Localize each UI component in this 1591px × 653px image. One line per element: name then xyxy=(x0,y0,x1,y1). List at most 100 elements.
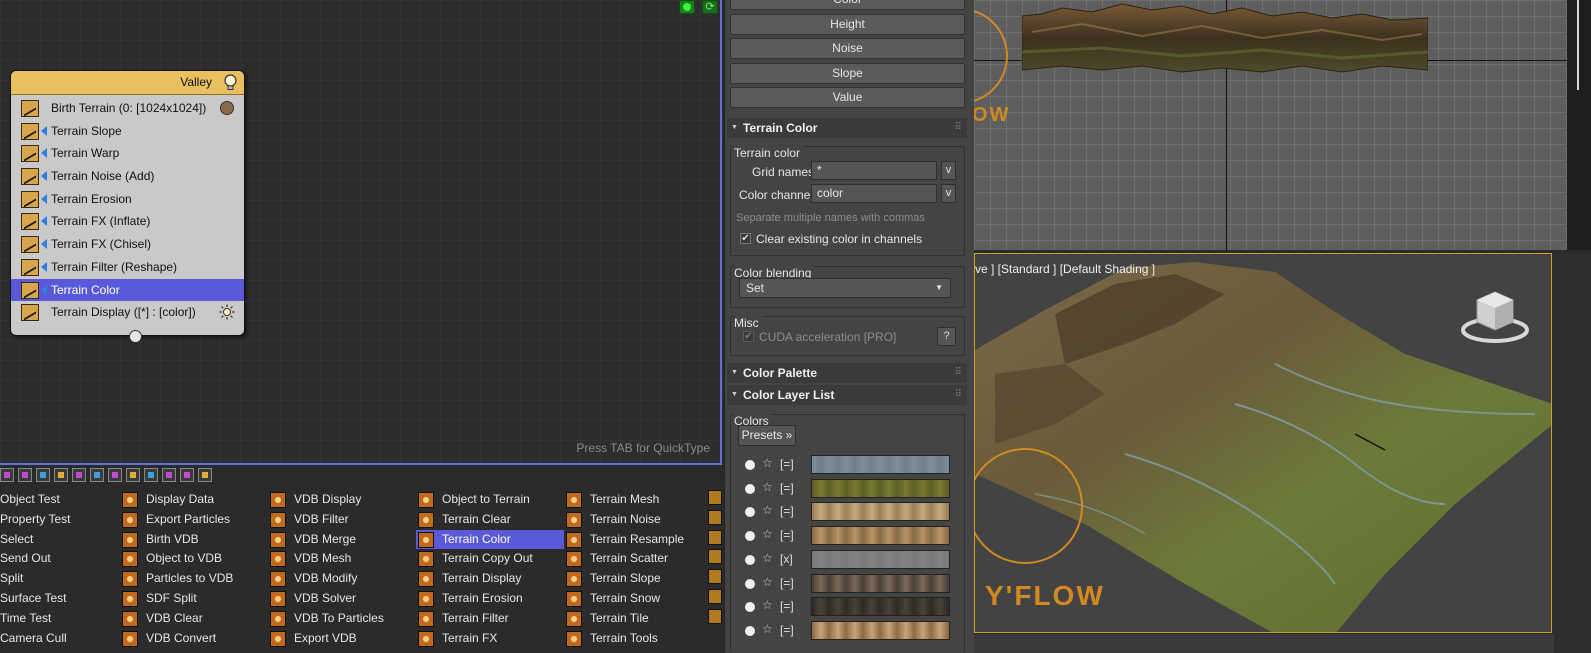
star-icon[interactable]: ☆ xyxy=(762,480,773,494)
lightbulb-icon[interactable] xyxy=(223,74,238,91)
layer-blend-mode[interactable]: [=] xyxy=(780,599,794,613)
palette-operator-item[interactable]: Surface Test xyxy=(0,589,116,609)
palette-operator-item[interactable]: Export VDB xyxy=(268,629,416,649)
palette-operator-item[interactable]: Terrain FX xyxy=(416,629,564,649)
palette-category-tab[interactable] xyxy=(90,468,104,482)
color-layer-row[interactable]: ☆ [=] xyxy=(742,573,957,594)
grid-names-picker-button[interactable]: v xyxy=(941,161,956,180)
node-editor-canvas[interactable]: ⟳ Valley Birth Terrain (0: [1024x1024]) T… xyxy=(0,0,722,465)
star-icon[interactable]: ☆ xyxy=(762,598,773,612)
layer-color-swatch[interactable] xyxy=(811,502,950,522)
node-operator-row[interactable]: Terrain Display ([*] : [color]) xyxy=(11,301,244,324)
palette-operator-item[interactable]: Split xyxy=(0,569,116,589)
color-layer-row[interactable]: ☆ [=] xyxy=(742,526,957,546)
layer-visibility-icon[interactable] xyxy=(745,531,755,542)
layer-color-swatch[interactable] xyxy=(811,573,950,593)
cuda-checkbox[interactable]: ✔ xyxy=(743,331,754,342)
star-icon[interactable]: ☆ xyxy=(762,456,773,470)
palette-operator-item[interactable]: Terrain Copy Out xyxy=(416,549,564,569)
palette-operator-item[interactable]: Object Test xyxy=(0,490,116,510)
layer-color-swatch[interactable] xyxy=(811,526,950,546)
star-icon[interactable]: ☆ xyxy=(762,575,773,589)
palette-operator-item[interactable]: Object to Terrain xyxy=(416,490,564,510)
layer-visibility-icon[interactable] xyxy=(745,554,755,565)
node-operator-row[interactable]: Terrain Filter (Reshape) xyxy=(11,256,244,279)
palette-operator-item[interactable]: Terrain Noise xyxy=(564,510,712,530)
palette-operator-item[interactable]: VDB To Particles xyxy=(268,609,416,629)
node-operator-row[interactable]: Terrain Slope xyxy=(11,120,244,143)
layer-color-swatch[interactable] xyxy=(811,597,950,617)
palette-category-tab[interactable] xyxy=(126,468,140,482)
palette-category-tab[interactable] xyxy=(144,468,158,482)
active-indicator-icon[interactable] xyxy=(679,0,695,14)
palette-operator-item[interactable]: Terrain Tools xyxy=(564,629,712,649)
refresh-icon[interactable]: ⟳ xyxy=(702,0,718,14)
layer-blend-mode[interactable]: [=] xyxy=(780,457,794,471)
star-icon[interactable]: ☆ xyxy=(762,551,773,565)
layer-color-swatch[interactable] xyxy=(811,455,950,474)
color-layer-list-rollout-header[interactable]: Color Layer List ⠿ xyxy=(727,385,967,405)
palette-operator-item[interactable]: Terrain Clear xyxy=(416,510,564,530)
presets-button[interactable]: Presets » xyxy=(738,425,796,446)
palette-operator-item[interactable]: VDB Display xyxy=(268,490,416,510)
palette-category-tab[interactable] xyxy=(0,468,14,482)
palette-operator-item[interactable]: Terrain Mesh xyxy=(564,490,712,510)
palette-operator-item[interactable]: VDB Mesh xyxy=(268,549,416,569)
channel-button[interactable]: Height xyxy=(730,13,965,35)
palette-operator-item[interactable]: Object to VDB xyxy=(120,549,268,569)
channel-button[interactable]: Color xyxy=(730,0,965,10)
node-output-port[interactable] xyxy=(129,330,142,343)
layer-color-swatch[interactable] xyxy=(811,478,950,498)
palette-category-tab[interactable] xyxy=(18,468,32,482)
layer-visibility-icon[interactable] xyxy=(745,602,755,613)
layer-visibility-icon[interactable] xyxy=(745,460,755,470)
palette-category-tab[interactable] xyxy=(108,468,122,482)
layer-blend-mode[interactable]: [=] xyxy=(780,623,794,637)
top-viewport[interactable]: OW xyxy=(974,0,1591,250)
palette-category-tab[interactable] xyxy=(72,468,86,482)
palette-operator-item[interactable]: Terrain Erosion xyxy=(416,589,564,609)
palette-category-tab[interactable] xyxy=(198,468,212,482)
blending-mode-select[interactable]: Set ▼ xyxy=(739,278,951,298)
star-icon[interactable]: ☆ xyxy=(762,622,773,636)
palette-operator-item[interactable]: VDB Clear xyxy=(120,609,268,629)
node-operator-row[interactable]: Terrain FX (Inflate) xyxy=(11,210,244,233)
palette-operator-item[interactable]: Send Out xyxy=(0,549,116,569)
layer-visibility-icon[interactable] xyxy=(745,483,755,494)
palette-operator-item[interactable]: SDF Split xyxy=(120,589,268,609)
layer-visibility-icon[interactable] xyxy=(745,507,755,518)
palette-operator-item[interactable]: Particles to VDB xyxy=(120,569,268,589)
sun-icon[interactable] xyxy=(219,304,235,320)
valley-event-node[interactable]: Valley Birth Terrain (0: [1024x1024]) Ter… xyxy=(10,70,245,343)
node-operator-row[interactable]: Terrain Color xyxy=(11,278,244,302)
color-layer-row[interactable]: ☆ [=] xyxy=(742,455,957,475)
layer-blend-mode[interactable]: [x] xyxy=(780,552,793,566)
clear-color-checkbox[interactable]: ✔ xyxy=(740,233,751,244)
star-icon[interactable]: ☆ xyxy=(762,503,773,517)
palette-operator-item[interactable]: VDB Modify xyxy=(268,569,416,589)
palette-operator-item[interactable]: Terrain Filter xyxy=(416,609,564,629)
layer-visibility-icon[interactable] xyxy=(745,578,755,589)
viewcube-icon[interactable] xyxy=(1459,288,1531,344)
color-channel-picker-button[interactable]: v xyxy=(941,184,956,203)
palette-operator-item[interactable]: Export Particles xyxy=(120,510,268,530)
color-layer-row[interactable]: ☆ [x] xyxy=(742,549,957,570)
palette-operator-item[interactable]: Select xyxy=(0,530,116,550)
color-layer-row[interactable]: ☆ [=] xyxy=(742,502,957,522)
layer-blend-mode[interactable]: [=] xyxy=(780,481,794,495)
palette-category-tab[interactable] xyxy=(162,468,176,482)
palette-operator-item[interactable]: Terrain Display xyxy=(416,569,564,589)
layer-blend-mode[interactable]: [=] xyxy=(780,576,794,590)
palette-operator-item[interactable]: Birth VDB xyxy=(120,530,268,550)
palette-category-tab[interactable] xyxy=(180,468,194,482)
palette-operator-item[interactable]: Camera Cull xyxy=(0,629,116,649)
channel-button[interactable]: Slope xyxy=(730,62,965,84)
terrain-color-rollout-header[interactable]: Terrain Color ⠿ xyxy=(727,118,967,138)
layer-blend-mode[interactable]: [=] xyxy=(780,504,794,518)
layer-color-swatch[interactable] xyxy=(811,620,950,640)
palette-operator-item[interactable]: VDB Filter xyxy=(268,510,416,530)
palette-operator-item[interactable]: Property Test xyxy=(0,510,116,530)
color-layer-row[interactable]: ☆ [=] xyxy=(742,597,957,617)
channel-button[interactable]: Noise xyxy=(730,38,965,60)
node-operator-row[interactable]: Terrain Erosion xyxy=(11,188,244,211)
